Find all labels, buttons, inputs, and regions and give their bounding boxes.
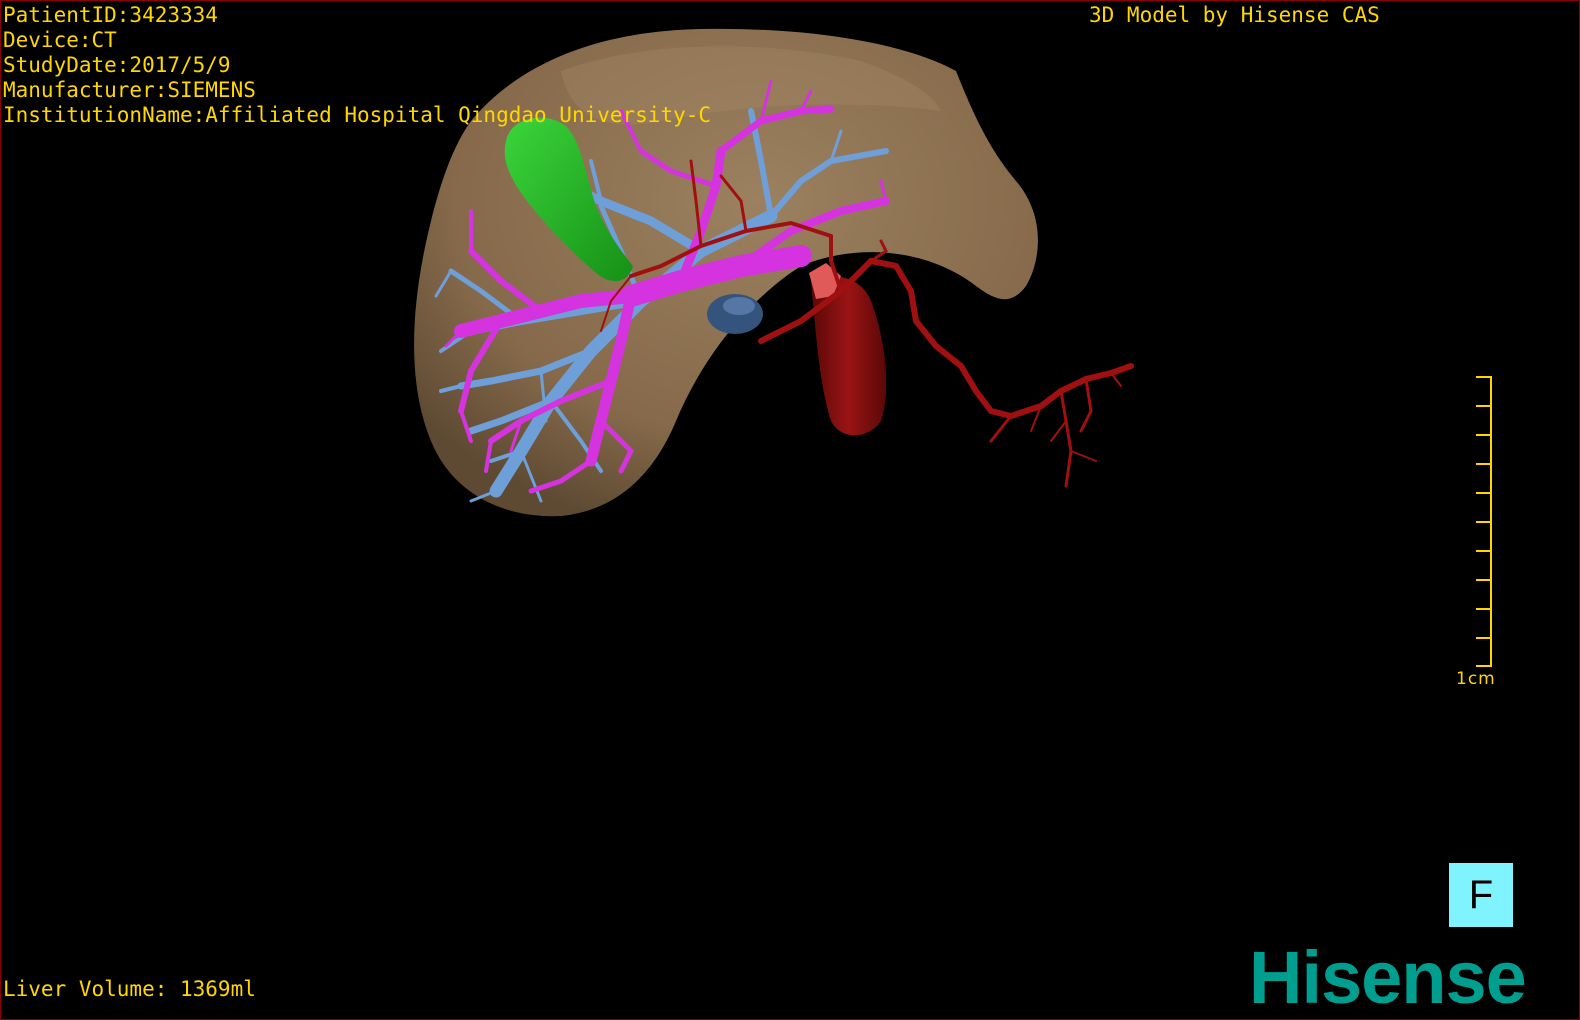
patient-id-text: PatientID:3423334: [3, 3, 218, 27]
orientation-indicator[interactable]: F: [1449, 863, 1513, 927]
model-title: 3D Model by Hisense CAS: [1089, 3, 1380, 27]
liver-3d-model[interactable]: [1, 1, 1579, 1019]
3d-viewport[interactable]: PatientID:3423334 Device:CT StudyDate:20…: [0, 0, 1580, 1020]
scale-bar-label: 1cm: [1456, 669, 1496, 689]
orientation-label: F: [1468, 872, 1494, 917]
hisense-logo: Hisense: [1249, 936, 1527, 1019]
liver-volume-text: Liver Volume: 1369ml: [3, 977, 256, 1001]
scale-bar: [1476, 376, 1492, 667]
study-date-text: StudyDate:2017/5/9: [3, 53, 231, 77]
portal-confluence-highlight: [723, 297, 755, 315]
institution-text: InstitutionName:Affiliated Hospital Qing…: [3, 103, 712, 127]
vena-cava: [811, 276, 887, 436]
device-text: Device:CT: [3, 28, 117, 52]
manufacturer-text: Manufacturer:SIEMENS: [3, 78, 256, 102]
dicom-info-overlay: PatientID:3423334 Device:CT StudyDate:20…: [3, 3, 711, 128]
